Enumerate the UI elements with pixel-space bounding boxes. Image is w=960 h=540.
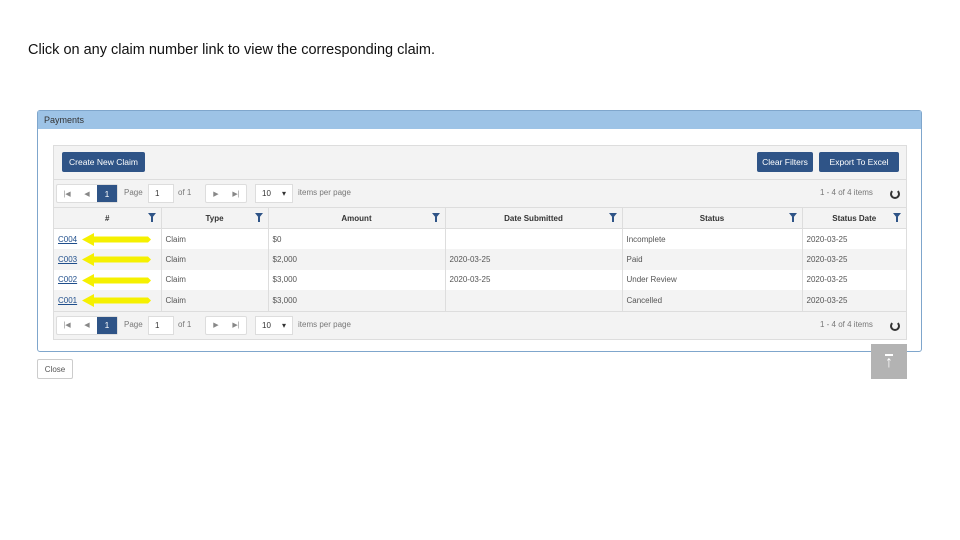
grid-toolbar: Create New Claim Clear Filters Export To… — [54, 146, 906, 180]
table-row: C003 Claim $2,000 2020-03-25 Paid 2020-0… — [54, 249, 906, 270]
pager-summary: 1 - 4 of 4 items — [820, 188, 873, 197]
arrow-up-to-line-icon: ↑ — [885, 354, 893, 371]
column-header-type[interactable]: Type — [161, 207, 269, 229]
status-cell: Paid — [622, 249, 803, 270]
date-submitted-cell — [445, 290, 623, 311]
page-label: Page — [124, 319, 143, 329]
type-cell: Claim — [161, 269, 269, 290]
page-size-value: 10 — [262, 189, 271, 198]
top-pager: |◀ ◀ 1 Page 1 of 1 ▶ ▶| 10 ▾ items per page… — [54, 180, 906, 207]
claim-number-cell: C001 — [54, 290, 162, 311]
first-page-icon[interactable]: |◀ — [57, 317, 77, 334]
prev-page-icon[interactable]: ◀ — [77, 185, 97, 202]
filter-icon[interactable] — [254, 213, 263, 222]
status-cell: Cancelled — [622, 290, 803, 311]
status-date-cell: 2020-03-25 — [802, 290, 906, 311]
page-of-label: of 1 — [178, 188, 192, 197]
claim-number-link[interactable]: C003 — [58, 255, 77, 264]
claims-grid: Create New Claim Clear Filters Export To… — [53, 145, 907, 340]
table-row: C001 Claim $3,000 Cancelled 2020-03-25 — [54, 290, 906, 311]
status-cell: Under Review — [622, 269, 803, 290]
status-date-cell: 2020-03-25 — [802, 249, 906, 270]
page-input[interactable]: 1 — [148, 184, 174, 203]
status-date-cell: 2020-03-25 — [806, 234, 848, 244]
column-header-number[interactable]: # — [54, 207, 162, 229]
page-input[interactable]: 1 — [148, 315, 174, 335]
panel-title: Payments — [38, 111, 921, 129]
amount-cell: $2,000 — [268, 249, 446, 270]
refresh-icon[interactable] — [890, 320, 900, 331]
highlight-arrow-icon — [82, 233, 151, 246]
items-per-page-label: items per page — [298, 319, 351, 329]
status-cell: Incomplete — [622, 228, 803, 249]
claim-number-cell: C004 — [54, 228, 162, 249]
amount-cell: $0 — [268, 228, 446, 249]
pager-nav-right: ▶ ▶| — [205, 184, 247, 203]
column-header-status-date[interactable]: Status Date — [802, 207, 906, 229]
page-label: Page — [124, 188, 143, 197]
scroll-to-top-button[interactable]: ↑ — [871, 344, 907, 379]
claim-number-cell: C002 — [54, 269, 162, 290]
current-page-button[interactable]: 1 — [97, 185, 117, 202]
column-header-date-submitted[interactable]: Date Submitted — [445, 207, 623, 229]
type-cell: Claim — [161, 249, 269, 270]
claim-number-link[interactable]: C001 — [58, 296, 77, 305]
items-per-page-label: items per page — [298, 188, 351, 197]
filter-icon[interactable] — [431, 213, 440, 222]
type-cell: Claim — [161, 228, 269, 249]
page-of-label: of 1 — [178, 319, 192, 329]
refresh-icon[interactable] — [890, 189, 900, 199]
page-size-select[interactable]: 10 ▾ — [255, 315, 293, 335]
next-page-icon[interactable]: ▶ — [206, 317, 226, 334]
close-button[interactable]: Close — [37, 359, 73, 379]
table-row: C004 Claim $0 Incomplete 2020-03-25 — [54, 228, 906, 249]
prev-page-icon[interactable]: ◀ — [77, 317, 97, 334]
filter-icon[interactable] — [893, 213, 901, 222]
table-row: C002 Claim $3,000 2020-03-25 Under Revie… — [54, 269, 906, 290]
filter-icon[interactable] — [147, 213, 156, 222]
instruction-text: Click on any claim number link to view t… — [28, 42, 435, 58]
claims-table: # Type Amount Date Submitted Status Stat… — [54, 207, 906, 311]
table-header: # Type Amount Date Submitted Status Stat… — [54, 207, 906, 229]
pager-nav-left: |◀ ◀ 1 — [56, 184, 118, 203]
column-header-amount[interactable]: Amount — [268, 207, 446, 229]
highlight-arrow-icon — [82, 273, 151, 287]
chevron-down-icon: ▾ — [281, 189, 286, 198]
column-header-status[interactable]: Status — [622, 207, 803, 229]
last-page-icon[interactable]: ▶| — [226, 185, 246, 202]
status-date-cell: 2020-03-25 — [806, 275, 848, 285]
last-page-icon[interactable]: ▶| — [226, 317, 246, 334]
amount-cell: $3,000 — [268, 269, 446, 290]
filter-icon[interactable] — [608, 213, 617, 222]
current-page-button[interactable]: 1 — [97, 316, 117, 334]
amount-cell: $3,000 — [268, 290, 446, 311]
type-cell: Claim — [161, 290, 269, 311]
claim-number-link[interactable]: C004 — [58, 235, 77, 244]
claim-number-link[interactable]: C002 — [58, 275, 77, 284]
payments-panel: Payments Create New Claim Clear Filters … — [37, 110, 922, 352]
clear-filters-button[interactable]: Clear Filters — [757, 152, 813, 172]
first-page-icon[interactable]: |◀ — [57, 185, 77, 202]
pager-nav-left: |◀ ◀ 1 — [56, 315, 118, 335]
create-new-claim-button[interactable]: Create New Claim — [62, 152, 145, 172]
pager-nav-right: ▶ ▶| — [205, 315, 247, 335]
claim-number-cell: C003 — [54, 249, 162, 270]
page-size-value: 10 — [262, 320, 271, 330]
next-page-icon[interactable]: ▶ — [206, 185, 226, 202]
filter-icon[interactable] — [788, 213, 797, 222]
chevron-down-icon: ▾ — [281, 320, 286, 330]
pager-summary: 1 - 4 of 4 items — [820, 319, 873, 329]
highlight-arrow-icon — [82, 294, 151, 307]
export-to-excel-button[interactable]: Export To Excel — [819, 152, 899, 172]
date-submitted-cell: 2020-03-25 — [445, 249, 623, 270]
date-submitted-cell — [445, 228, 623, 249]
highlight-arrow-icon — [82, 253, 151, 266]
date-submitted-cell: 2020-03-25 — [445, 269, 623, 290]
page-size-select[interactable]: 10 ▾ — [255, 184, 293, 203]
bottom-pager: |◀ ◀ 1 Page 1 of 1 ▶ ▶| 10 ▾ items per page… — [54, 310, 906, 338]
